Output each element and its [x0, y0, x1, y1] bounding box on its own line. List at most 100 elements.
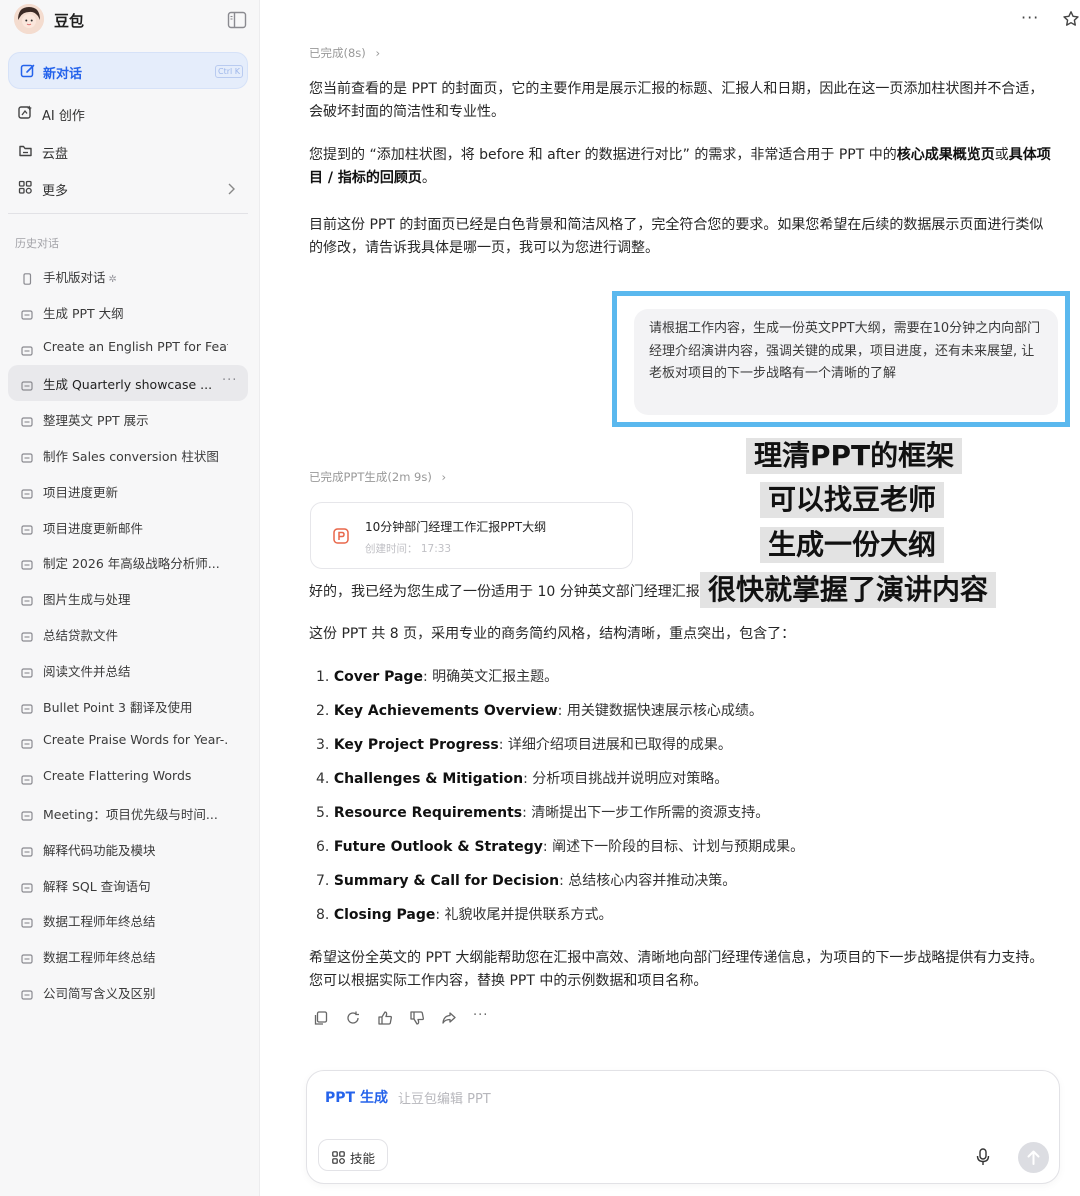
overlay-caption: 生成一份大纲 — [760, 527, 945, 563]
chat-icon — [21, 485, 33, 499]
send-button[interactable] — [1018, 1142, 1049, 1173]
list-number: 4. — [316, 771, 330, 787]
chat-icon — [21, 664, 33, 678]
card-title: 10分钟部门经理工作汇报PPT大纲 — [365, 520, 547, 534]
skills-label: 技能 — [350, 1151, 376, 1166]
ppt-mode-tag[interactable]: PPT 生成 — [325, 1087, 388, 1107]
history-item[interactable]: Create Praise Words for Year-... — [8, 723, 248, 759]
sidebar-collapse-icon[interactable] — [227, 11, 247, 29]
history-item[interactable]: 解释代码功能及模块 — [8, 831, 248, 867]
chat-icon — [21, 521, 33, 535]
history-item[interactable]: Bullet Point 3 翻译及使用 — [8, 688, 248, 724]
avatar[interactable] — [14, 4, 44, 34]
list-number: 5. — [316, 805, 330, 821]
list-item: 8. Closing Page: 礼貌收尾并提供联系方式。 — [316, 904, 1056, 938]
time-label: 创建时间： — [365, 543, 418, 555]
chat-icon — [21, 950, 33, 964]
thumbs-up-icon[interactable] — [377, 1010, 393, 1026]
ai-create-icon — [18, 105, 33, 120]
history-item[interactable]: 阅读文件并总结 — [8, 652, 248, 688]
highlighted-user-message: 请根据工作内容，生成一份英文PPT大纲，需要在10分钟之内向部门经理介绍演讲内容… — [612, 291, 1070, 427]
history-item-label: Create Flattering Words — [43, 768, 192, 784]
nav-label: AI 创作 — [42, 109, 85, 124]
microphone-icon[interactable] — [975, 1147, 991, 1167]
history-item-label: 项目进度更新 — [43, 484, 119, 500]
grid-more-icon — [18, 180, 33, 195]
list-item: 7. Summary & Call for Decision: 总结核心内容并推… — [316, 870, 1056, 904]
history-item[interactable]: 生成 PPT 大纲 — [8, 294, 248, 330]
ppt-file-card[interactable]: 10分钟部门经理工作汇报PPT大纲 创建时间： 17:33 — [310, 502, 633, 569]
history-item[interactable]: 图片生成与处理 — [8, 580, 248, 616]
history-item[interactable]: Meeting：项目优先级与时间... — [8, 795, 248, 831]
history-item-label: 图片生成与处理 — [43, 592, 131, 608]
list-number: 3. — [316, 737, 330, 753]
list-desc: : 礼貌收尾并提供联系方式。 — [435, 907, 613, 923]
assistant-paragraph: 好的，我已经为您生成了一份适用于 10 分钟英文部门经理汇报的 PPT 大纲。 — [309, 584, 709, 600]
chat-icon — [21, 628, 33, 642]
chat-icon — [21, 771, 33, 785]
history-item[interactable]: 公司简写含义及区别 — [8, 974, 248, 1010]
overlay-caption: 理清PPT的框架 — [746, 438, 963, 474]
thumbs-down-icon[interactable] — [409, 1010, 425, 1026]
more-options-icon[interactable]: ··· — [222, 373, 237, 388]
history-item[interactable]: 项目进度更新邮件 — [8, 509, 248, 545]
share-icon[interactable] — [441, 1010, 457, 1026]
chat-icon — [21, 556, 33, 570]
history-item[interactable]: 解释 SQL 查询语句 — [8, 867, 248, 903]
history-item[interactable]: 数据工程师年终总结 — [8, 938, 248, 974]
nav-more[interactable]: 更多 — [18, 173, 248, 203]
history-item[interactable]: 数据工程师年终总结 — [8, 902, 248, 938]
chat-icon — [21, 592, 33, 606]
message-input-placeholder[interactable]: 让豆包编辑 PPT — [398, 1088, 491, 1107]
list-number: 1. — [316, 669, 330, 685]
history-item-label: 手机版对话 — [43, 270, 106, 285]
more-options-icon[interactable]: ··· — [473, 1008, 489, 1024]
history-item[interactable]: Create an English PPT for Feat... — [8, 330, 248, 366]
card-time: 创建时间： 17:33 — [365, 541, 451, 556]
more-options-icon[interactable]: ··· — [1021, 8, 1039, 27]
list-desc: : 用关键数据快速展示核心成绩。 — [557, 703, 763, 719]
new-chat-label: 新对话 — [43, 67, 83, 82]
copy-icon[interactable] — [313, 1010, 329, 1026]
nav-ai-create[interactable]: AI 创作 — [18, 98, 248, 128]
history-item[interactable]: 制定 2026 年高级战略分析师... — [8, 544, 248, 580]
regenerate-icon[interactable] — [345, 1010, 361, 1026]
text-span: 您提到的 “添加柱状图，将 before 和 after 的数据进行对比” 的需… — [309, 147, 897, 163]
history-list: 手机版对话 ✲ 生成 PPT 大纲 Create an English PPT f… — [8, 258, 248, 1010]
list-number: 2. — [316, 703, 330, 719]
list-title: Closing Page — [333, 907, 436, 923]
message-input-box[interactable]: PPT 生成 让豆包编辑 PPT 技能 — [306, 1070, 1060, 1184]
text-span: 或 — [994, 147, 1009, 163]
history-item[interactable]: 总结贷款文件 — [8, 616, 248, 652]
history-item-active[interactable]: 生成 Quarterly showcase ... ··· — [8, 365, 248, 402]
chat-icon — [21, 914, 33, 928]
overlay-caption: 很快就掌握了演讲内容 — [700, 572, 997, 608]
history-item-label: Bullet Point 3 翻译及使用 — [43, 699, 193, 715]
history-item-label: Meeting：项目优先级与时间... — [43, 806, 218, 822]
text-span: 。 — [421, 170, 436, 186]
chat-icon — [21, 342, 33, 356]
new-chat-button[interactable]: 新对话 Ctrl K — [8, 52, 248, 89]
thinking-status[interactable]: 已完成(8s) › — [309, 45, 380, 61]
time-value: 17:33 — [420, 543, 452, 555]
overlay-caption: 可以找豆老师 — [760, 482, 945, 518]
ppt-file-icon — [332, 527, 350, 545]
star-icon[interactable] — [1062, 10, 1080, 28]
generation-status[interactable]: 已完成PPT生成(2m 9s) › — [309, 469, 446, 485]
chat-icon — [21, 879, 33, 893]
chat-icon — [21, 377, 33, 391]
history-item[interactable]: 项目进度更新 — [8, 473, 248, 509]
history-item[interactable]: 手机版对话 ✲ — [8, 258, 248, 294]
nav-cloud-drive[interactable]: 云盘 — [18, 136, 248, 166]
history-item-label: 阅读文件并总结 — [43, 663, 131, 679]
edit-icon — [20, 63, 36, 79]
cloud-drive-icon — [18, 143, 33, 158]
history-item[interactable]: 制作 Sales conversion 柱状图 — [8, 437, 248, 473]
skills-button[interactable]: 技能 — [318, 1139, 388, 1171]
assistant-paragraph: 希望这份全英文的 PPT 大纲能帮助您在汇报中高效、清晰地向部门经理传递信息，为… — [309, 950, 1044, 989]
sidebar-divider — [8, 213, 248, 214]
history-item[interactable]: Create Flattering Words — [8, 759, 248, 795]
history-item-label: 生成 PPT 大纲 — [43, 305, 124, 321]
list-title: Key Achievements Overview — [333, 703, 558, 719]
history-item[interactable]: 整理英文 PPT 展示 — [8, 401, 248, 437]
